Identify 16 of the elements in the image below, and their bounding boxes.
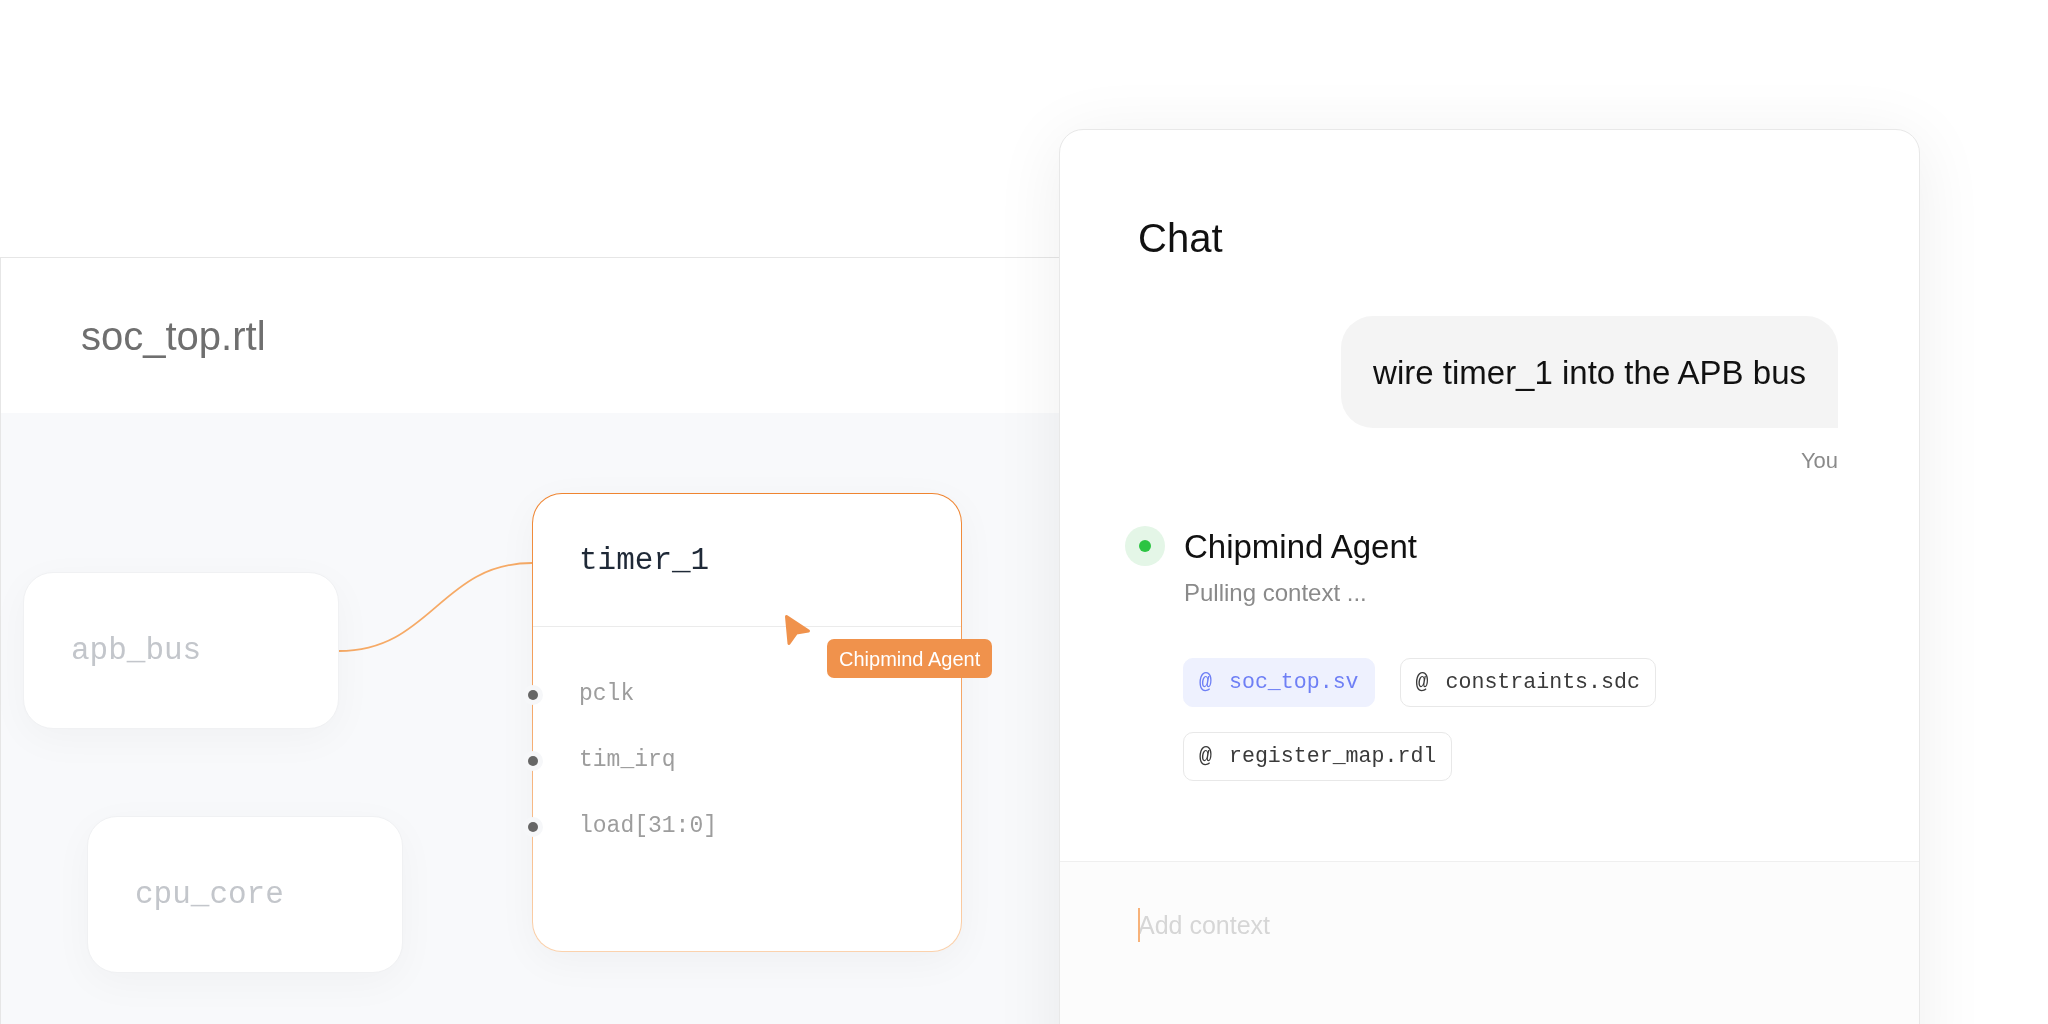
file-title: soc_top.rtl [81,315,266,356]
node-title: timer_1 [579,544,710,576]
node-title: apb_bus [71,635,202,666]
port-label: tim_irq [579,748,676,772]
context-chip[interactable]: @ register_map.rdl [1183,732,1453,781]
port-label: load[31:0] [579,814,718,838]
mouse-pointer-icon [784,614,811,646]
agent-name: Chipmind Agent [1184,529,1417,563]
port-label: pclk [579,682,635,706]
node-title: cpu_core [135,879,284,910]
agent-status: Pulling context ... [1184,581,1368,605]
message-bubble: wire timer_1 into the APB bus [1341,316,1838,428]
cursor-label: Chipmind Agent [827,639,993,678]
panel-title: Chat [1138,216,1223,260]
message-author: You [1800,450,1838,472]
context-chip[interactable]: @ constraints.sdc [1399,658,1656,707]
